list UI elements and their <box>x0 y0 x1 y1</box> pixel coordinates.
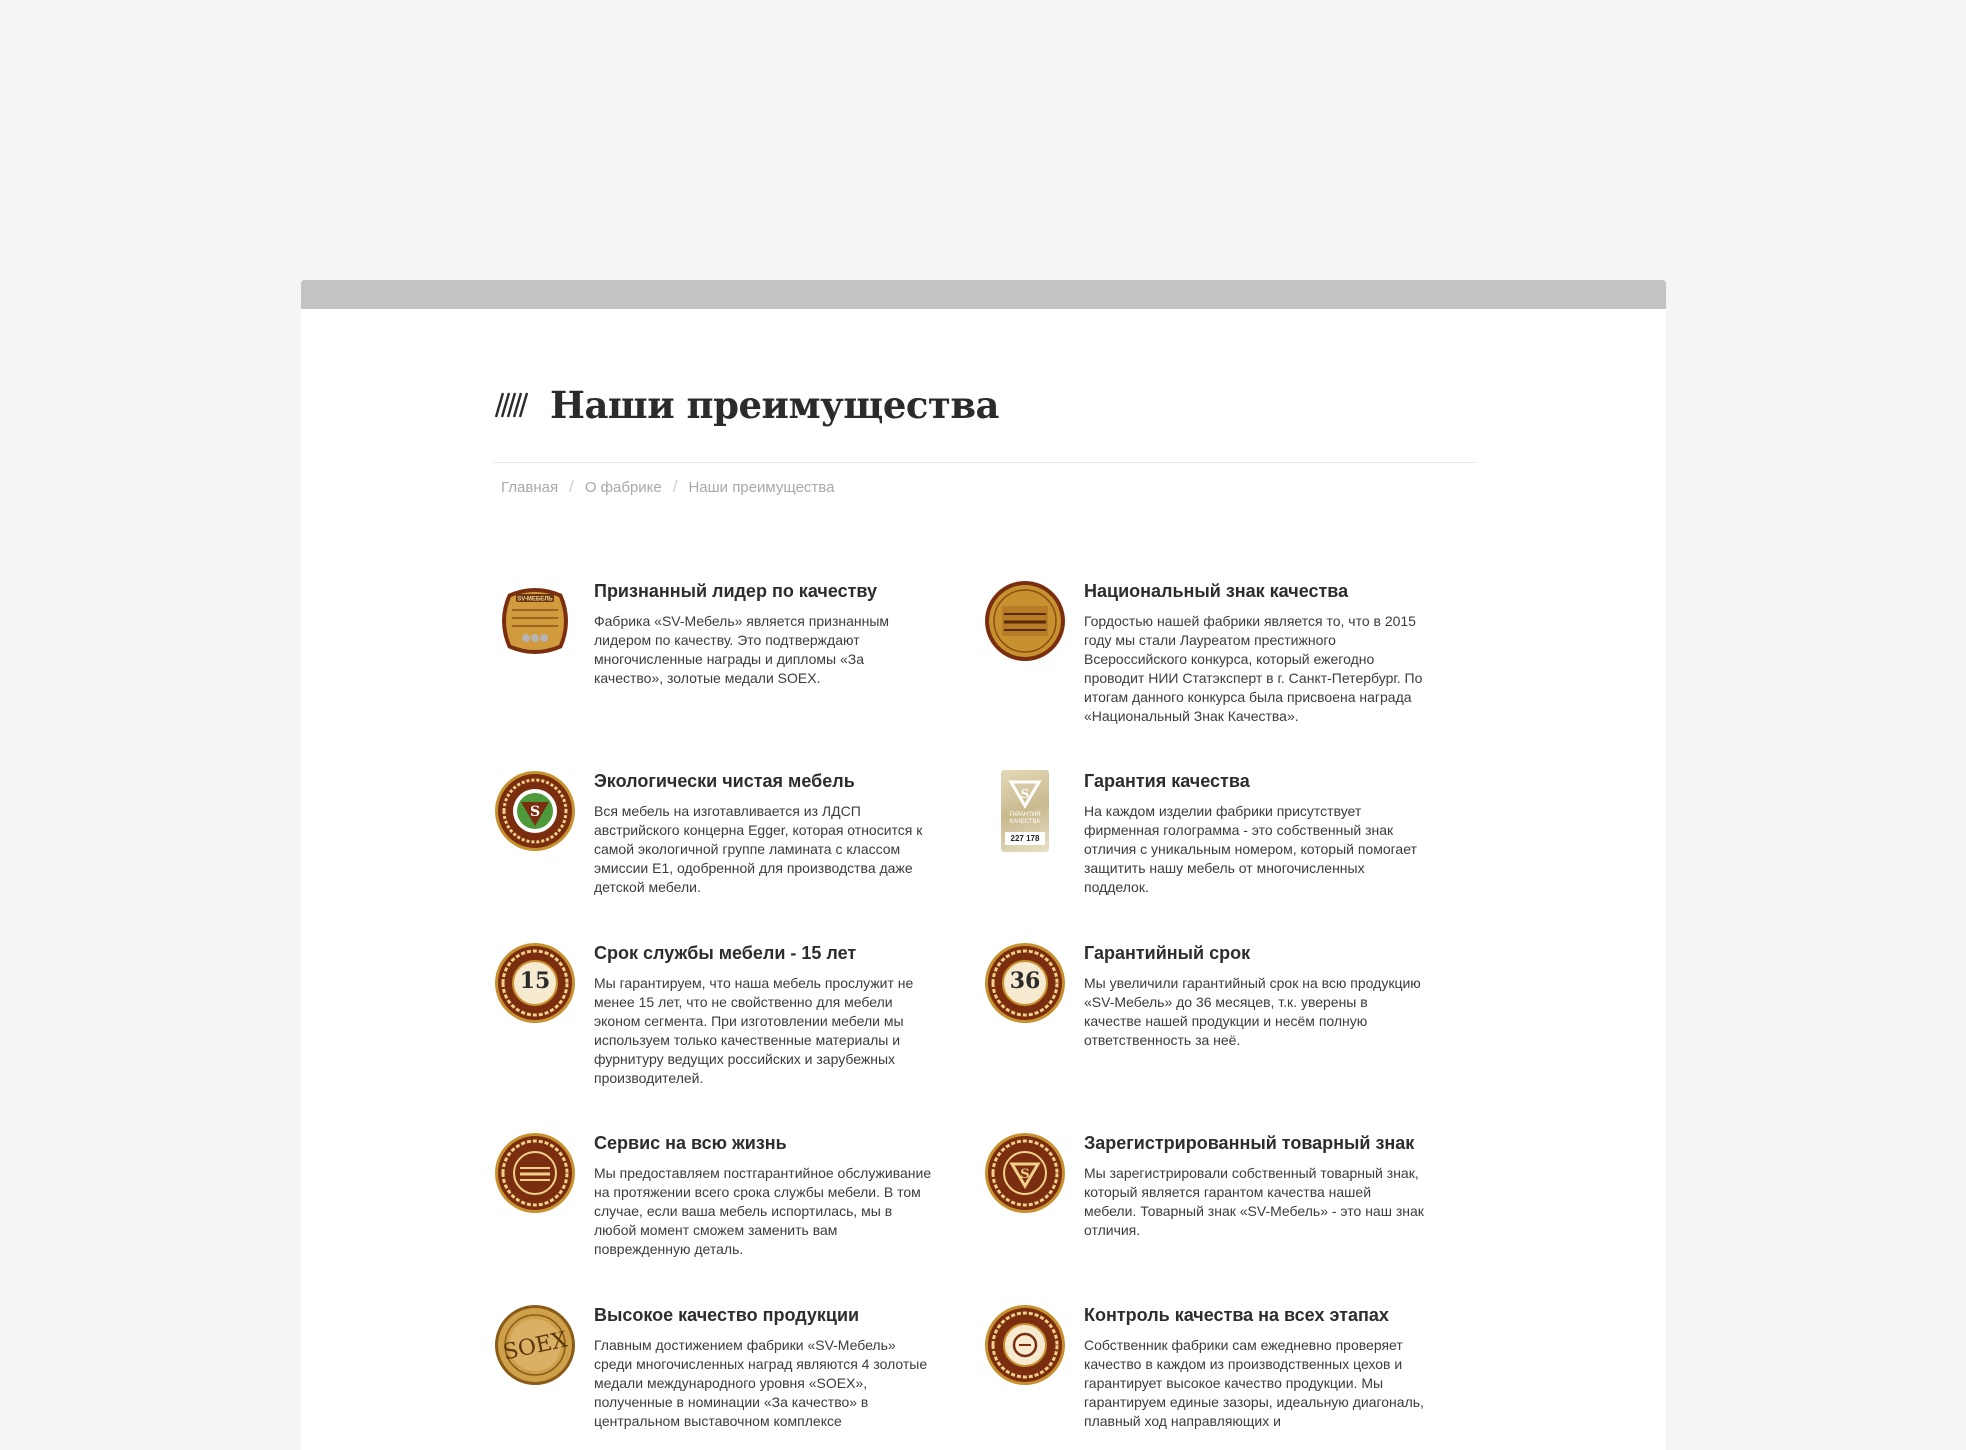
feature-title: Гарантия качества <box>1084 771 1250 791</box>
feature-title: Экологически чистая мебель <box>594 771 855 791</box>
national-quality-mark-medal-icon <box>985 581 1065 661</box>
feature-title: Признанный лидер по качеству <box>594 581 878 601</box>
header-divider <box>494 462 1476 463</box>
feature-description: Гордостью нашей фабрики является то, что… <box>1084 613 1423 724</box>
breadcrumb-current: Наши преимущества <box>688 478 835 496</box>
feature-title: Контроль качества на всех этапах <box>1084 1305 1389 1325</box>
eco-furniture-badge-icon: S <box>495 771 575 851</box>
badge-number: 36 <box>1010 968 1041 994</box>
feature-title: Сервис на всю жизнь <box>594 1133 787 1153</box>
feature-description: Мы зарегистрировали собственный товарный… <box>1084 1165 1424 1238</box>
registered-trademark-badge-icon: S <box>985 1133 1065 1213</box>
soex-gold-medal-icon: SOEX <box>495 1305 575 1385</box>
feature-description: Мы гарантируем, что наша мебель прослужи… <box>594 975 914 1086</box>
svg-text:S: S <box>530 804 540 820</box>
breadcrumb-separator: / <box>569 477 574 496</box>
breadcrumb: Главная / О фабрике / Наши преимущества <box>501 477 834 497</box>
sv-mebel-gold-plaque-icon: SV-МЕБЕЛЬ <box>502 588 568 654</box>
panel-top-bar <box>301 280 1666 309</box>
lifetime-service-badge-icon <box>495 1133 575 1213</box>
feature-description: На каждом изделии фабрики присутствует ф… <box>1084 803 1417 895</box>
feature-description: Фабрика «SV-Мебель» является признанным … <box>594 613 890 686</box>
quality-control-badge-icon <box>985 1305 1065 1385</box>
breadcrumb-link-home[interactable]: Главная <box>501 479 558 496</box>
service-life-15-years-badge-icon: 15 <box>495 943 575 1023</box>
breadcrumb-link-about[interactable]: О фабрике <box>585 479 662 496</box>
warranty-36-months-badge-icon: 36 <box>985 943 1065 1023</box>
feature-description: Собственник фабрики сам ежедневно провер… <box>1084 1337 1424 1429</box>
feature-description: Мы увеличили гарантийный срок на всю про… <box>1084 975 1421 1048</box>
feature-title: Зарегистрированный товарный знак <box>1084 1133 1415 1153</box>
feature-description: Вся мебель на изготавливается из ЛДСП ав… <box>594 803 923 895</box>
feature-title: Срок службы мебели - 15 лет <box>594 943 857 963</box>
breadcrumb-separator: / <box>672 477 678 496</box>
sticker-number: 227 178 <box>1005 832 1045 845</box>
content-panel: Наши преимущества Главная / О фабрике / … <box>301 280 1666 1450</box>
svg-text:SV-МЕБЕЛЬ: SV-МЕБЕЛЬ <box>517 597 553 603</box>
svg-text:S: S <box>1020 1167 1029 1182</box>
feature-description: Мы предоставляем постгарантийное обслужи… <box>594 1165 932 1257</box>
feature-title: Высокое качество продукции <box>594 1305 860 1325</box>
feature-title: Национальный знак качества <box>1084 581 1349 601</box>
title-stripes-icon <box>494 392 528 418</box>
page-header: Наши преимущества <box>494 375 1000 435</box>
feature-description: Главным достижением фабрики «SV-Мебель» … <box>594 1337 928 1429</box>
badge-number: 15 <box>520 968 551 994</box>
hologram-sticker-icon: S ГАРАНТИЯ КАЧЕСТВА 227 178 <box>984 770 1066 852</box>
svg-text:S: S <box>1021 787 1030 801</box>
page-title: Наши преимущества <box>550 383 1000 427</box>
feature-title: Гарантийный срок <box>1084 943 1251 963</box>
